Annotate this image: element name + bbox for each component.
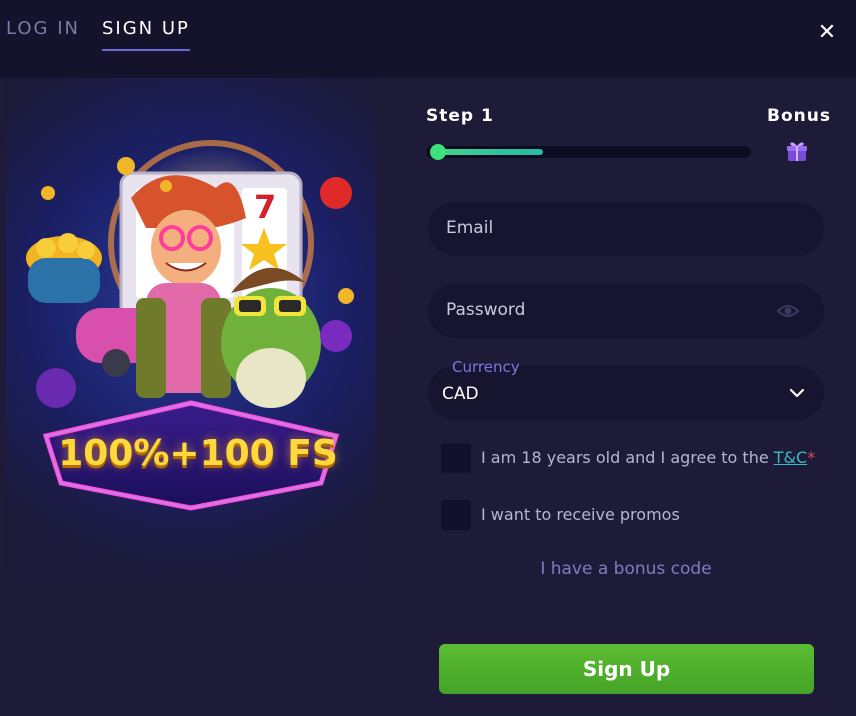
tab-login[interactable]: LOG IN [6,18,80,39]
password-field[interactable]: Password [428,284,824,338]
currency-value: CAD [442,384,479,404]
header-bar: LOG IN SIGN UP ✕ [0,0,856,78]
email-field[interactable]: Email [428,202,824,256]
gift-icon [787,142,807,161]
age-terms-text-wrap: I am 18 years old and I agree to the T&C… [481,448,815,467]
promo-illustration: 7 [26,140,354,511]
email-placeholder: Email [446,218,494,238]
currency-label: Currency [452,358,520,376]
promos-checkbox[interactable] [441,500,471,530]
progress-bar [426,144,751,160]
currency-select[interactable]: Currency CAD [428,358,824,420]
promo-banner: 7 100%+100 FS [6,78,376,583]
age-terms-checkbox[interactable] [441,443,471,473]
password-placeholder: Password [446,300,526,320]
chevron-down-icon [789,388,805,398]
close-icon[interactable]: ✕ [814,20,840,46]
eye-icon[interactable] [776,301,800,321]
tab-signup[interactable]: SIGN UP [102,18,190,51]
progress-fill [436,149,543,155]
bonus-step-label: Bonus [767,106,831,126]
progress-knob [430,144,446,160]
required-asterisk: * [807,448,816,467]
bonus-code-link[interactable]: I have a bonus code [426,559,826,579]
promo-headline: 100%+100 FS [58,433,338,474]
slot-seven: 7 [254,188,276,226]
tc-link[interactable]: T&C [774,448,807,467]
promos-text: I want to receive promos [481,505,680,524]
age-terms-text: I am 18 years old and I agree to the [481,448,774,467]
step-label: Step 1 [426,106,494,126]
signup-button[interactable]: Sign Up [439,644,814,694]
